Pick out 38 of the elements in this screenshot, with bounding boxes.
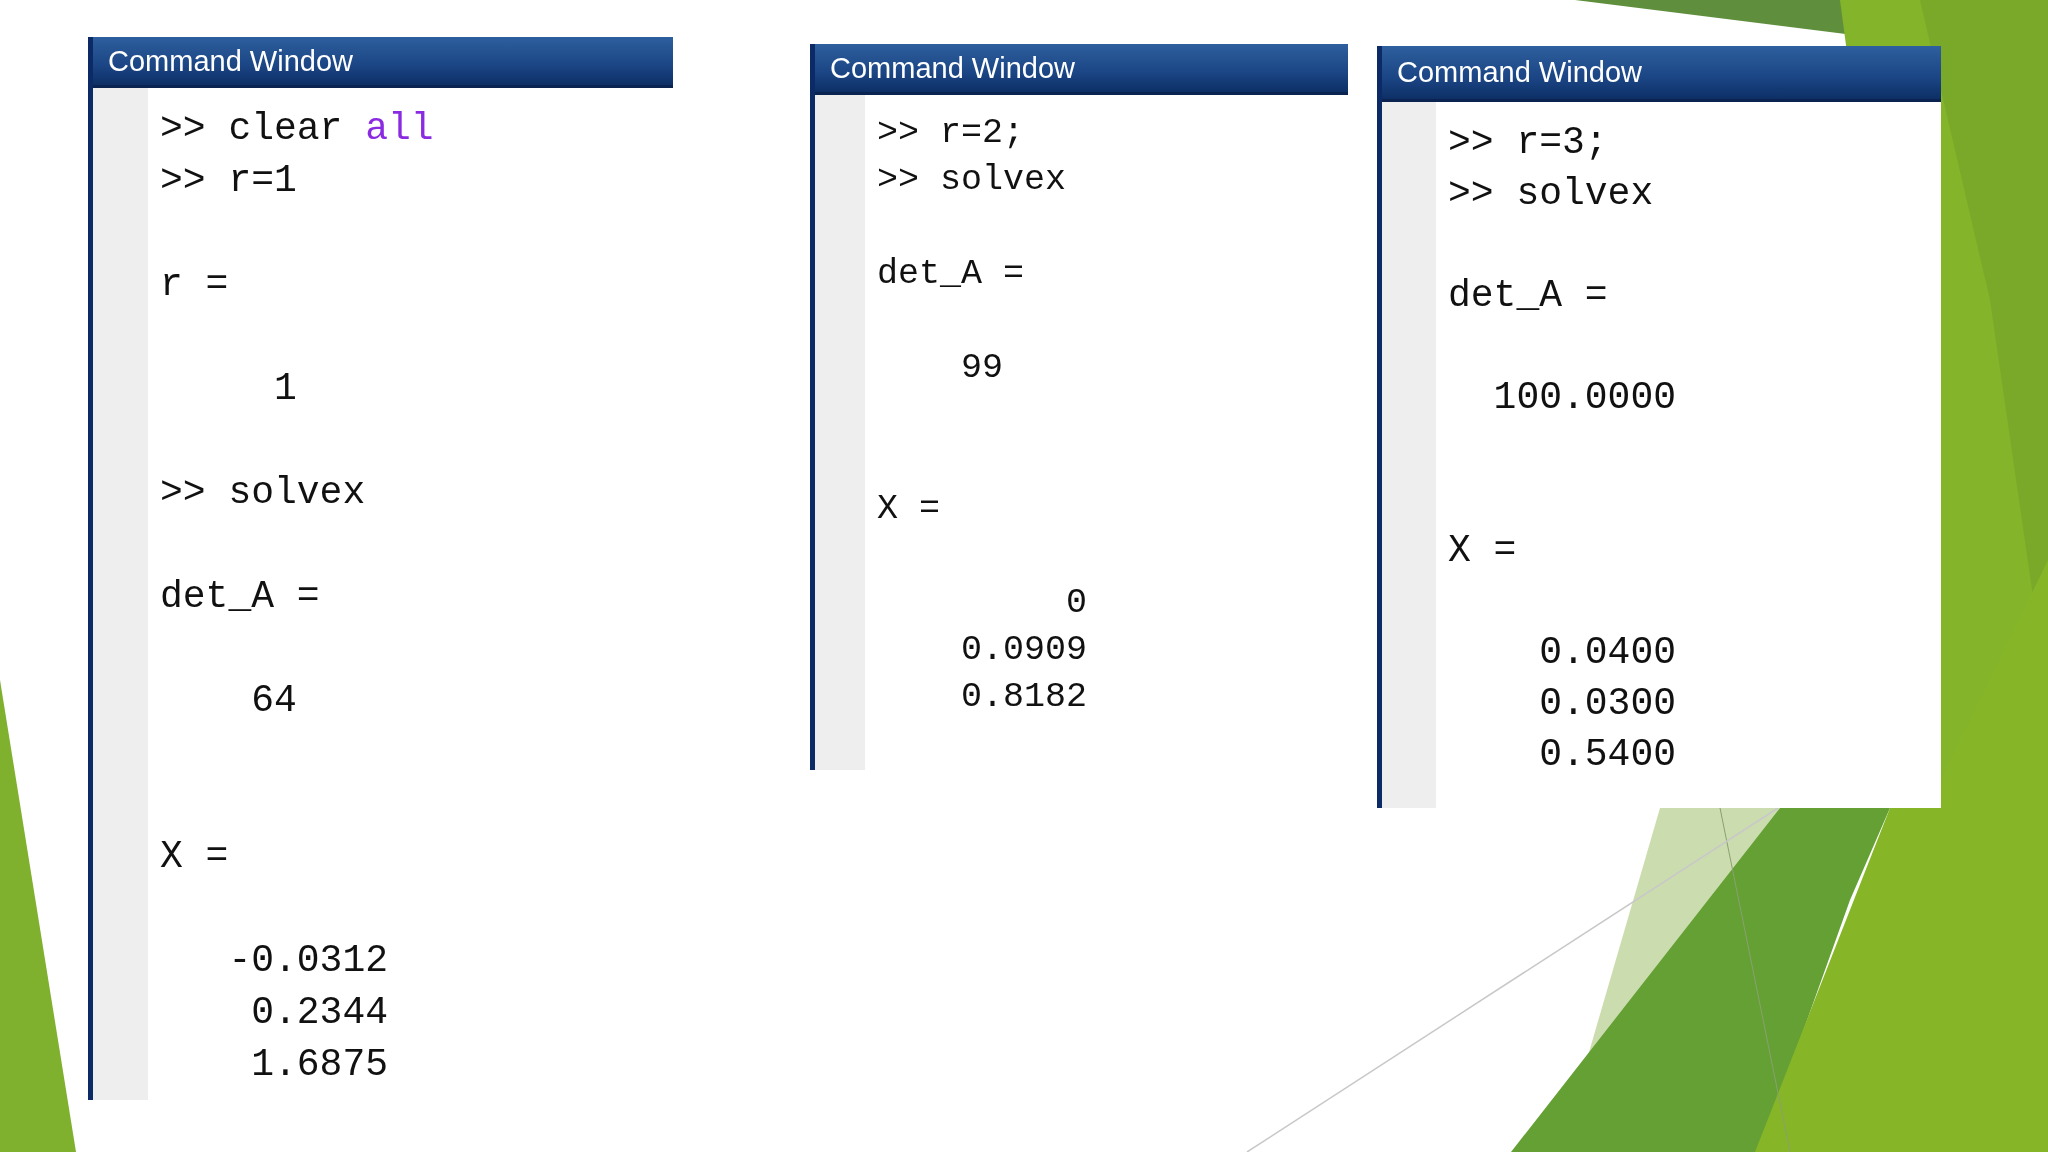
command-text: solvex — [940, 159, 1067, 202]
variable-label: det_A = — [877, 253, 1025, 296]
output-value: 0.2344 — [251, 990, 389, 1036]
command-text: clear — [228, 106, 343, 152]
prompt: >> — [1448, 120, 1494, 166]
prompt: >> — [160, 158, 206, 204]
prompt: >> — [1448, 171, 1494, 217]
output-value: 0.0300 — [1539, 681, 1677, 727]
output-value: 0 — [1066, 582, 1088, 625]
window-title-bar: Command Window — [815, 44, 1348, 95]
variable-label: det_A = — [1448, 273, 1608, 319]
output-value: 1 — [274, 366, 297, 412]
variable-label: X = — [160, 834, 229, 880]
variable-label: det_A = — [160, 574, 320, 620]
window-title-bar: Command Window — [1382, 46, 1941, 102]
prompt: >> — [160, 470, 206, 516]
output-value: 99 — [961, 347, 1003, 390]
command-text: r=1 — [228, 158, 297, 204]
command-text: solvex — [228, 470, 366, 516]
output-value: 0.8182 — [961, 676, 1088, 719]
command-text: r=3; — [1516, 120, 1608, 166]
variable-label: r = — [160, 262, 229, 308]
variable-label: X = — [877, 488, 940, 531]
prompt: >> — [877, 112, 919, 155]
output-value: 1.6875 — [251, 1042, 389, 1088]
keyword-text: all — [365, 106, 434, 152]
command-text: solvex — [1516, 171, 1654, 217]
output-value: 0.5400 — [1539, 732, 1677, 778]
prompt: >> — [877, 159, 919, 202]
output-value: 0.0400 — [1539, 630, 1677, 676]
output-value: -0.0312 — [228, 938, 389, 984]
variable-label: X = — [1448, 528, 1517, 574]
command-text: r=2; — [940, 112, 1025, 155]
output-value: 0.0909 — [961, 629, 1088, 672]
window-title-bar: Command Window — [93, 37, 673, 88]
prompt: >> — [160, 106, 206, 152]
output-value: 64 — [251, 678, 297, 724]
output-value: 100.0000 — [1493, 375, 1677, 421]
